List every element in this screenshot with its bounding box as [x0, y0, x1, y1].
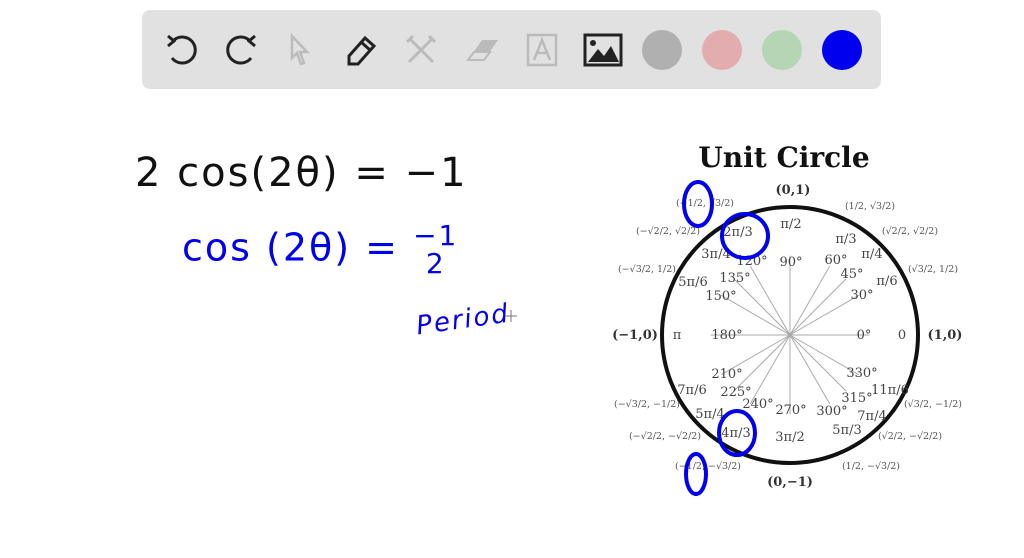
degree-label: 90°: [779, 255, 802, 270]
radian-label: 4π/3: [721, 426, 750, 441]
unit-circle-image: Unit Circle (0,1) (0,−1) (−1,0) (1,0) 0°…: [612, 141, 963, 496]
degree-label: 330°: [846, 366, 877, 381]
radian-label: 0: [898, 328, 906, 343]
coordinate-label: (−√3/2, −1/2): [614, 399, 680, 410]
coordinate-label: (√2/2, √2/2): [882, 226, 938, 237]
coordinate-label: (−√2/2, −√2/2): [629, 431, 701, 442]
unit-circle-title: Unit Circle: [698, 141, 869, 174]
point-right: (1,0): [928, 328, 963, 343]
degree-label: 180°: [711, 328, 742, 343]
coordinate-label: (1/2, −√3/2): [842, 461, 900, 472]
degree-label: 270°: [775, 403, 806, 418]
radian-label: 2π/3: [723, 225, 752, 240]
coordinate-label: (−√2/2, √2/2): [636, 226, 700, 237]
coordinate-label: (1/2, √3/2): [845, 201, 895, 212]
degree-label: 135°: [719, 271, 750, 286]
radian-label: π: [673, 328, 682, 343]
degree-label: 45°: [840, 267, 863, 282]
degree-label: 315°: [841, 391, 872, 406]
radian-label: π/6: [876, 274, 897, 289]
coordinate-label: (√2/2, −√2/2): [878, 431, 942, 442]
radian-label: 7π/6: [677, 383, 706, 398]
radian-label: 7π/4: [857, 409, 886, 424]
radian-label: π/2: [780, 217, 801, 232]
degree-label: 0°: [857, 328, 872, 343]
degree-label: 240°: [742, 397, 773, 412]
point-left: (−1,0): [612, 328, 658, 343]
degree-label: 210°: [711, 367, 742, 382]
radian-label: 11π/6: [871, 383, 909, 398]
degree-label: 150°: [705, 289, 736, 304]
point-bottom: (0,−1): [767, 475, 813, 490]
radian-label: π/4: [861, 247, 882, 262]
coordinate-label: (−√3/2, 1/2): [618, 264, 676, 275]
radian-label: π/3: [835, 232, 856, 247]
annotation-circle: [684, 452, 708, 496]
degree-label: 30°: [850, 288, 873, 303]
degree-label: 300°: [816, 404, 847, 419]
radian-label: 5π/3: [832, 423, 861, 438]
radian-label: 5π/6: [678, 275, 707, 290]
coordinate-label: (√3/2, 1/2): [908, 264, 958, 275]
coordinate-label: (√3/2, −1/2): [904, 399, 962, 410]
point-top: (0,1): [776, 183, 811, 198]
radian-label: 3π/2: [775, 430, 804, 445]
degree-label: 60°: [824, 253, 847, 268]
